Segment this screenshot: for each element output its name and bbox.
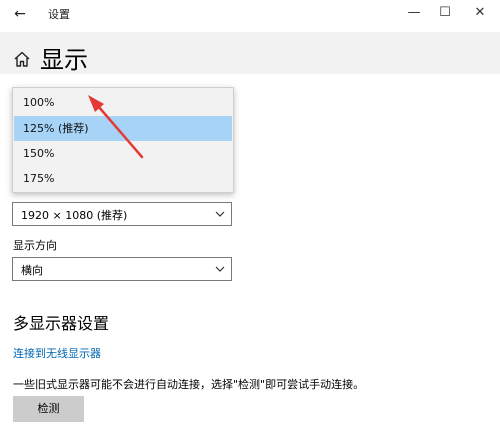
home-icon <box>14 51 30 67</box>
back-button[interactable]: ← <box>10 4 30 24</box>
detect-description: 一些旧式显示器可能不会进行自动连接，选择"检测"即可尝试手动连接。 <box>13 378 365 391</box>
orientation-label: 显示方向 <box>13 239 57 252</box>
menu-item-150[interactable]: 150% <box>14 141 232 166</box>
title-bar: ← 设置 — ☐ ✕ <box>0 0 500 32</box>
chevron-down-icon <box>215 211 225 217</box>
chevron-down-icon <box>215 266 225 272</box>
resolution-value: 1920 × 1080 (推荐) <box>21 209 128 222</box>
resolution-select[interactable]: 1920 × 1080 (推荐) <box>12 202 232 226</box>
minimize-button[interactable]: — <box>400 2 428 24</box>
menu-item-125[interactable]: 125% (推荐) <box>14 116 232 141</box>
orientation-select[interactable]: 横向 <box>12 257 232 281</box>
multi-display-title: 多显示器设置 <box>13 314 110 333</box>
maximize-button[interactable]: ☐ <box>431 2 459 24</box>
orientation-value: 横向 <box>21 264 43 277</box>
detect-button[interactable]: 检测 <box>13 396 84 422</box>
scale-dropdown-menu: 100% 125% (推荐) 150% 175% <box>12 87 234 193</box>
connect-wireless-display-link[interactable]: 连接到无线显示器 <box>13 345 101 361</box>
page-title: 显示 <box>40 46 88 74</box>
menu-item-100[interactable]: 100% <box>14 90 232 115</box>
menu-item-175[interactable]: 175% <box>14 166 232 191</box>
window-title: 设置 <box>48 8 70 21</box>
close-button[interactable]: ✕ <box>466 2 494 24</box>
